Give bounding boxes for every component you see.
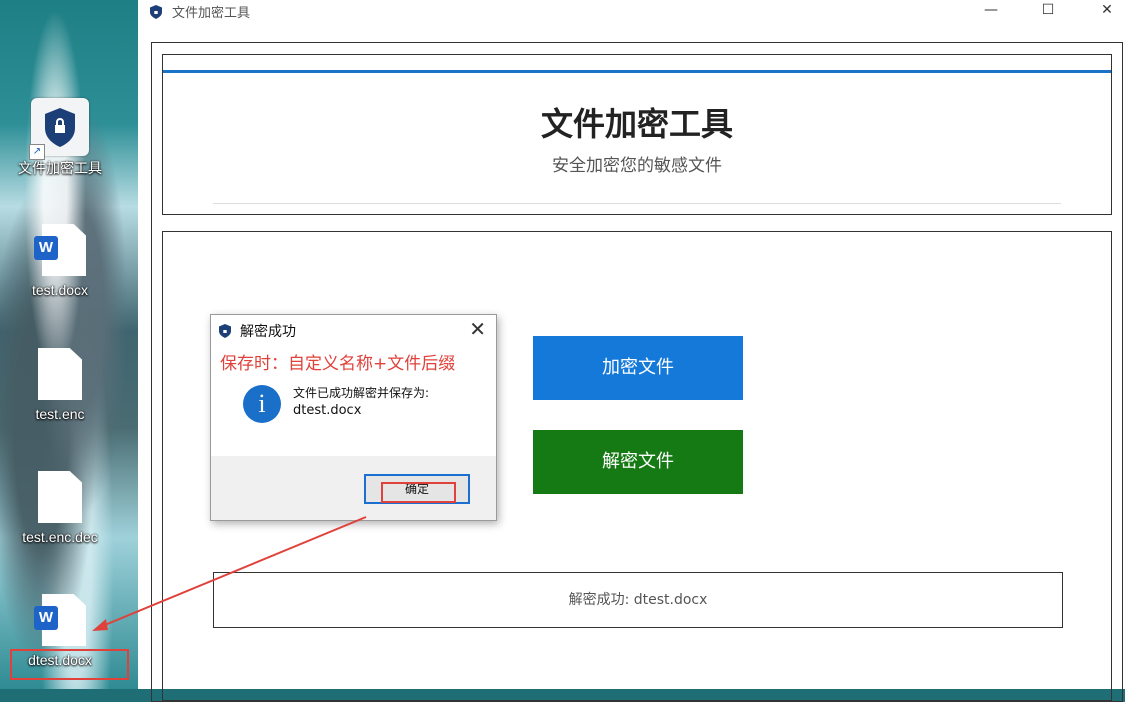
shortcut-arrow-icon: ↗ bbox=[29, 144, 45, 160]
header-panel: 文件加密工具 安全加密您的敏感文件 bbox=[162, 54, 1112, 215]
minimize-button[interactable]: — bbox=[971, 0, 1011, 22]
desktop-icon-label: test.docx bbox=[31, 282, 89, 298]
annotation-text: 保存时：自定义名称+文件后缀 bbox=[220, 354, 456, 374]
desktop-icon-test-enc-dec[interactable]: test.enc.dec bbox=[5, 471, 115, 545]
page-subtitle: 安全加密您的敏感文件 bbox=[552, 156, 722, 176]
decrypt-success-dialog: 解密成功 ✕ 保存时：自定义名称+文件后缀 i 文件已成功解密并保存为: dte… bbox=[210, 314, 497, 521]
decrypt-file-button[interactable]: 解密文件 bbox=[533, 430, 743, 494]
close-button[interactable]: ✕ bbox=[1087, 0, 1125, 22]
blank-file-icon bbox=[38, 471, 82, 523]
page-title: 文件加密工具 bbox=[540, 105, 733, 143]
dialog-title: 解密成功 bbox=[240, 324, 296, 340]
desktop-icon-label: 文件加密工具 bbox=[18, 160, 102, 176]
accent-line bbox=[163, 70, 1111, 73]
word-icon: W bbox=[34, 606, 58, 630]
blank-file-icon bbox=[38, 348, 82, 400]
desktop-icon-test-enc[interactable]: test.enc bbox=[5, 348, 115, 422]
desktop-icon-app[interactable]: ↗ 文件加密工具 bbox=[5, 98, 115, 178]
maximize-button[interactable]: ☐ bbox=[1028, 0, 1068, 22]
desktop: ↗ 文件加密工具 W test.docx test.enc test.enc.d… bbox=[0, 0, 138, 689]
dialog-filename: dtest.docx bbox=[293, 403, 362, 418]
word-icon: W bbox=[34, 236, 58, 260]
shield-lock-icon: ↗ bbox=[29, 98, 89, 160]
window-title: 文件加密工具 bbox=[172, 6, 251, 21]
highlight-box-desktop-file bbox=[10, 649, 129, 680]
desktop-icon-label: test.enc.dec bbox=[22, 529, 98, 545]
desktop-icon-test-docx[interactable]: W test.docx bbox=[5, 224, 115, 298]
encrypt-file-button[interactable]: 加密文件 bbox=[533, 336, 743, 400]
shield-app-icon bbox=[219, 323, 231, 342]
dialog-close-icon[interactable]: ✕ bbox=[469, 317, 486, 341]
divider bbox=[213, 203, 1061, 204]
title-bar[interactable]: 文件加密工具 — ☐ ✕ bbox=[138, 0, 1125, 24]
status-message: 解密成功: dtest.docx bbox=[213, 572, 1063, 628]
highlight-box-ok bbox=[381, 482, 456, 503]
info-icon: i bbox=[243, 385, 281, 423]
dialog-message: 文件已成功解密并保存为: bbox=[293, 386, 430, 400]
shield-app-icon bbox=[150, 4, 162, 23]
desktop-icon-label: test.enc bbox=[35, 406, 85, 422]
